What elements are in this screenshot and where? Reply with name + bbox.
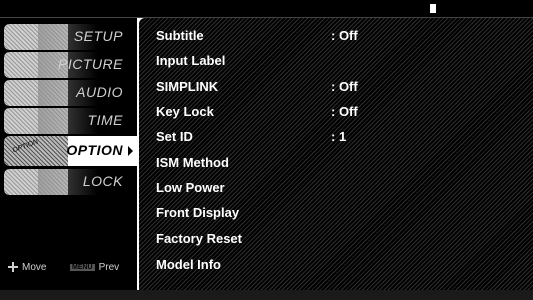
setup-icon <box>4 24 98 50</box>
row-name: Key Lock <box>156 104 214 119</box>
main-menu-sidebar: SETUP PICTURE AUDIO TIME OPTION OPTION L… <box>0 18 137 290</box>
menu-row-front-display[interactable]: Front Display <box>143 201 529 223</box>
menu-key-icon: MENU <box>70 263 95 271</box>
menu-row-ism-method[interactable]: ISM Method <box>143 151 529 173</box>
lock-icon <box>4 169 98 195</box>
audio-icon <box>4 80 98 106</box>
option-badge: OPTION <box>11 138 40 155</box>
row-value: : Off <box>331 28 358 43</box>
row-value: : Off <box>331 104 358 119</box>
move-hint-label: Move <box>22 262 47 273</box>
menu-row-key-lock[interactable]: Key Lock : Off <box>143 100 529 122</box>
time-icon <box>4 108 98 134</box>
menu-item-setup[interactable]: SETUP <box>4 24 133 50</box>
menu-item-label: SETUP <box>73 28 123 44</box>
option-icon: OPTION <box>4 136 68 166</box>
menu-item-audio[interactable]: AUDIO <box>4 80 133 106</box>
menu-item-label: OPTION <box>66 142 123 158</box>
menu-row-subtitle[interactable]: Subtitle : Off <box>143 24 529 46</box>
row-name: Subtitle <box>156 28 204 43</box>
row-name: SIMPLINK <box>156 79 219 94</box>
bottom-strip <box>0 290 533 300</box>
option-submenu: Subtitle : Off Input Label SIMPLINK : Of… <box>139 18 533 290</box>
prev-hint: MENU Prev <box>70 262 119 273</box>
move-arrows-icon <box>8 262 18 273</box>
row-name: Set ID <box>156 129 193 144</box>
top-bar <box>0 0 533 18</box>
menu-item-picture[interactable]: PICTURE <box>4 52 133 78</box>
menu-item-option[interactable]: OPTION OPTION <box>4 136 137 166</box>
menu-row-factory-reset[interactable]: Factory Reset <box>143 227 529 249</box>
menu-item-lock[interactable]: LOCK <box>4 169 133 195</box>
row-value: : Off <box>331 79 358 94</box>
menu-row-set-id[interactable]: Set ID : 1 <box>143 125 529 147</box>
navigation-hints: Move MENU Prev <box>8 262 133 278</box>
tv-menu-screen: SETUP PICTURE AUDIO TIME OPTION OPTION L… <box>0 0 533 300</box>
menu-item-label: PICTURE <box>58 56 123 72</box>
row-name: Front Display <box>156 205 240 220</box>
menu-row-simplink[interactable]: SIMPLINK : Off <box>143 75 529 97</box>
menu-row-input-label[interactable]: Input Label <box>143 49 529 71</box>
row-value: : 1 <box>331 129 347 144</box>
chevron-right-icon <box>128 146 133 156</box>
menu-item-label: TIME <box>87 112 123 128</box>
row-name: ISM Method <box>156 155 229 170</box>
row-name: Input Label <box>156 53 226 68</box>
menu-row-model-info[interactable]: Model Info <box>143 253 529 275</box>
row-name: Model Info <box>156 257 221 272</box>
prev-hint-label: Prev <box>98 262 120 273</box>
menu-item-label: AUDIO <box>76 84 123 100</box>
row-name: Low Power <box>156 180 225 195</box>
menu-row-low-power[interactable]: Low Power <box>143 176 529 198</box>
menu-item-time[interactable]: TIME <box>4 108 133 134</box>
row-name: Factory Reset <box>156 231 242 246</box>
move-hint: Move <box>8 262 46 273</box>
menu-item-label: LOCK <box>82 173 123 189</box>
